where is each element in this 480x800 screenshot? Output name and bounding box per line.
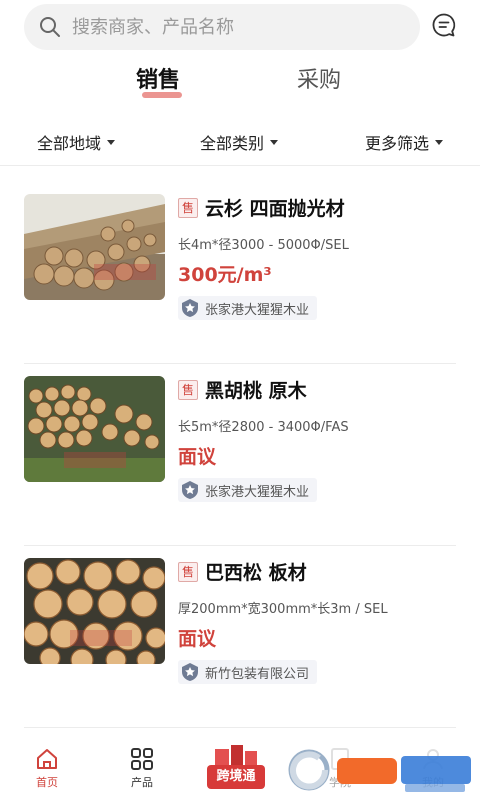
- product-image-pine: [24, 558, 165, 664]
- nav-home-label: 首页: [36, 776, 58, 789]
- shield-star-icon: [182, 663, 198, 681]
- company-name: 新竹包装有限公司: [205, 666, 310, 682]
- product-price: 面议: [178, 628, 217, 650]
- message-icon[interactable]: [431, 12, 457, 38]
- search-input[interactable]: [72, 16, 372, 38]
- shield-star-icon: [182, 481, 198, 499]
- sell-badge: 售: [178, 380, 198, 400]
- nav-products-label: 产品: [131, 776, 153, 789]
- sell-badge: 售: [178, 562, 198, 582]
- grid-icon: [131, 748, 153, 770]
- home-icon: [37, 749, 57, 769]
- filter-more-label: 更多筛选: [365, 134, 430, 153]
- product-title: 黑胡桃 原木: [205, 380, 307, 402]
- company-tag[interactable]: 张家港大猩猩木业: [178, 296, 318, 320]
- building-icon: [215, 745, 257, 767]
- filter-bar: 全部地域 全部类别 更多筛选: [0, 118, 480, 166]
- tab-purchase[interactable]: 采购: [297, 62, 341, 94]
- filter-category[interactable]: 全部类别: [200, 130, 279, 154]
- filter-category-label: 全部类别: [200, 134, 265, 153]
- product-card[interactable]: 售 黑胡桃 原木 长5m*径2800 - 3400Φ/FAS 面议 张家港大猩猩…: [24, 364, 456, 546]
- product-title: 巴西松 板材: [205, 562, 307, 584]
- company-tag[interactable]: 张家港大猩猩木业: [178, 478, 318, 502]
- filter-region[interactable]: 全部地域: [37, 130, 116, 154]
- product-spec: 长5m*径2800 - 3400Φ/FAS: [178, 420, 349, 435]
- product-spec: 厚200mm*宽300mm*长3m / SEL: [178, 602, 388, 617]
- search-bar[interactable]: [24, 4, 420, 50]
- nav-cross-border[interactable]: 跨境通: [207, 743, 265, 793]
- nav-products[interactable]: 产品: [112, 738, 172, 790]
- product-title: 云杉 四面抛光材: [205, 198, 345, 220]
- product-card[interactable]: 售 云杉 四面抛光材 长4m*径3000 - 5000Φ/SEL 300元/m³…: [24, 182, 456, 364]
- product-image-walnut: [24, 376, 165, 482]
- company-tag[interactable]: 新竹包装有限公司: [178, 660, 318, 684]
- caret-down-icon: [270, 139, 279, 145]
- nav-home[interactable]: 首页: [17, 738, 77, 790]
- tab-sales[interactable]: 销售: [136, 62, 180, 94]
- nav-cross-label: 跨境通: [207, 765, 265, 789]
- shield-star-icon: [182, 299, 198, 317]
- product-image-spruce: [24, 194, 165, 300]
- filter-more[interactable]: 更多筛选: [365, 130, 444, 154]
- tab-bar: 销售 采购: [0, 62, 480, 108]
- company-name: 张家港大猩猩木业: [205, 484, 310, 500]
- company-name: 张家港大猩猩木业: [205, 302, 310, 318]
- filter-region-label: 全部地域: [37, 134, 102, 153]
- product-price: 300元/m³: [178, 264, 272, 286]
- product-price: 面议: [178, 446, 217, 468]
- product-card[interactable]: 售 巴西松 板材 厚200mm*宽300mm*长3m / SEL 面议 新竹包装…: [24, 546, 456, 728]
- search-icon: [40, 17, 60, 37]
- watermark-logo: [285, 740, 480, 798]
- top-bar: [0, 0, 480, 56]
- caret-down-icon: [435, 139, 444, 145]
- caret-down-icon: [107, 139, 116, 145]
- sell-badge: 售: [178, 198, 198, 218]
- product-spec: 长4m*径3000 - 5000Φ/SEL: [178, 238, 349, 253]
